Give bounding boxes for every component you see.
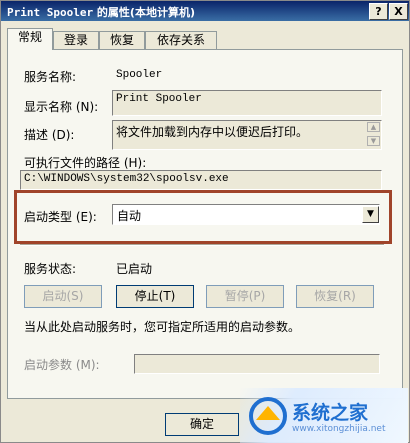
tab-general[interactable]: 常规: [7, 28, 53, 50]
service-name-value: Spooler: [116, 69, 163, 81]
stop-button[interactable]: 停止(T): [116, 285, 194, 308]
service-name-label: 服务名称:: [24, 70, 77, 84]
tab-dependencies[interactable]: 依存关系: [145, 31, 217, 49]
display-name-label: 显示名称 (N):: [24, 100, 99, 114]
title-bar[interactable]: Print Spooler 的属性(本地计算机) ? X: [1, 1, 409, 21]
description-label: 描述 (D):: [24, 128, 75, 142]
start-params-field[interactable]: [134, 354, 380, 374]
resume-button[interactable]: 恢复(R): [296, 285, 374, 308]
window-title: Print Spooler 的属性(本地计算机): [7, 6, 195, 19]
start-params-label: 启动参数 (M):: [24, 358, 100, 372]
scroll-down-icon[interactable]: ▼: [367, 136, 380, 146]
watermark: 系统之家 www.xitongzhijia.net: [240, 388, 408, 443]
description-value: 将文件加载到内存中以便迟后打印。: [116, 125, 309, 139]
close-button[interactable]: X: [389, 3, 408, 20]
service-status-label: 服务状态:: [24, 262, 77, 276]
exe-path-value: C:\WINDOWS\system32\spoolsv.exe: [24, 173, 229, 185]
start-button[interactable]: 启动(S): [24, 285, 102, 308]
brand-logo-icon: [249, 397, 287, 435]
startup-hint: 当从此处启动服务时，您可指定所适用的启动参数。: [24, 320, 301, 334]
display-name-value: Print Spooler: [116, 93, 202, 105]
description-field[interactable]: 将文件加载到内存中以便迟后打印。 ▲ ▼: [112, 120, 382, 150]
tab-recovery[interactable]: 恢复: [99, 31, 145, 49]
separator: [20, 244, 384, 246]
exe-path-label: 可执行文件的路径 (H):: [24, 156, 147, 170]
scroll-up-icon[interactable]: ▲: [367, 122, 380, 132]
brand-name: 系统之家: [292, 402, 369, 424]
exe-path-field[interactable]: C:\WINDOWS\system32\spoolsv.exe: [20, 170, 382, 190]
pause-button[interactable]: 暂停(P): [206, 285, 284, 308]
help-button[interactable]: ?: [369, 3, 388, 20]
tab-logon[interactable]: 登录: [53, 31, 99, 49]
startup-type-highlight: [14, 190, 392, 244]
service-status-value: 已启动: [116, 262, 153, 276]
brand-url: www.xitongzhijia.net: [292, 424, 386, 434]
ok-button[interactable]: 确定: [165, 413, 239, 436]
display-name-field[interactable]: Print Spooler: [112, 90, 382, 116]
